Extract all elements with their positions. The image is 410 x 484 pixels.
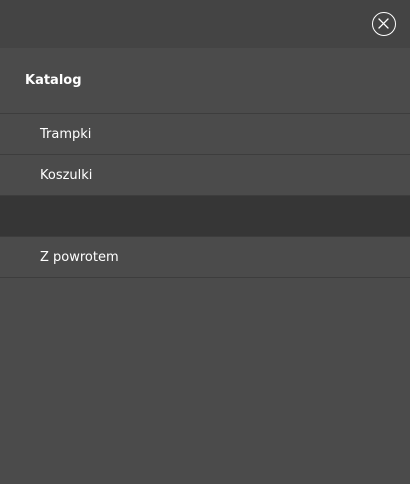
- menu-item-highlighted[interactable]: [0, 196, 410, 237]
- menu-title: Katalog: [25, 73, 82, 88]
- close-icon: [378, 18, 389, 29]
- menu-item-trampki[interactable]: Trampki: [0, 114, 410, 155]
- menu-item-label: Trampki: [40, 127, 92, 142]
- menu-item-koszulki[interactable]: Koszulki: [0, 155, 410, 196]
- menu-item-label: Koszulki: [40, 168, 93, 183]
- top-bar: [0, 0, 410, 48]
- close-button[interactable]: [372, 12, 396, 36]
- menu-item-back[interactable]: Z powrotem: [0, 237, 410, 278]
- menu-header: Katalog: [0, 48, 410, 113]
- menu-item-label: Z powrotem: [40, 250, 119, 265]
- menu-list: Trampki Koszulki Z powrotem: [0, 113, 410, 278]
